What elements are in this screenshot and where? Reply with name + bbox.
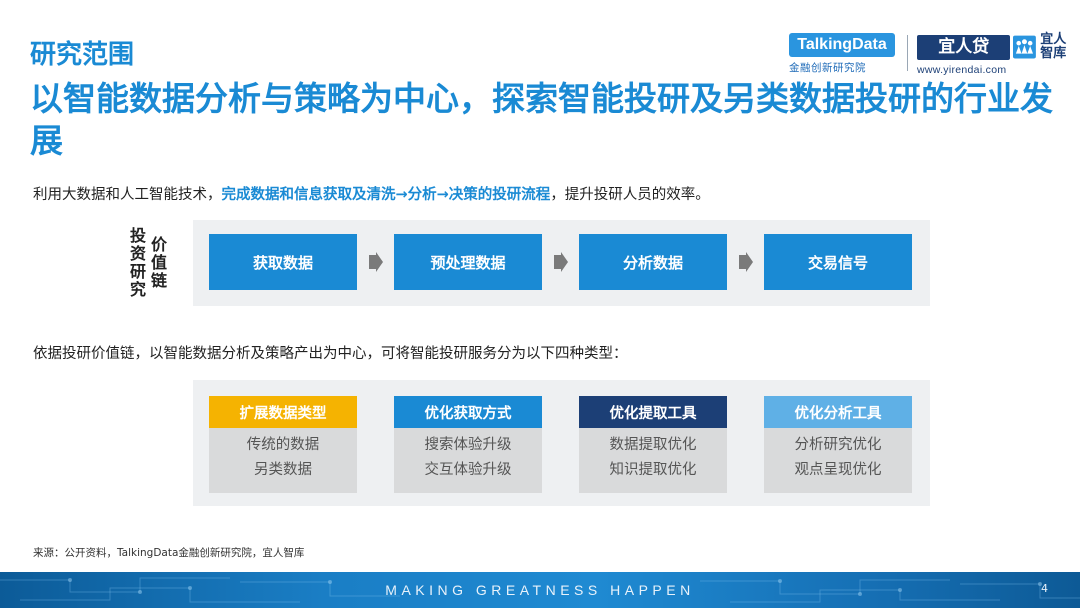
yirendai-wordmark: 宜人贷 xyxy=(917,34,1011,60)
chain-step-preprocess: 预处理数据 xyxy=(394,234,542,290)
type-card-item: 分析研究优化 xyxy=(794,437,882,453)
type-card-extraction: 优化提取工具 数据提取优化 知识提取优化 xyxy=(579,396,727,493)
yirendai-logo: 宜人贷 宜人智库 www.yirendai.com xyxy=(917,32,1067,76)
logo-divider xyxy=(907,35,908,71)
arrow-right-icon xyxy=(369,252,383,272)
type-card-item: 另类数据 xyxy=(254,462,312,478)
type-card-item: 交互体验升级 xyxy=(424,462,512,478)
type-card-item: 观点呈现优化 xyxy=(794,462,882,478)
talkingdata-subtitle: 金融创新研究院 xyxy=(789,62,866,74)
chain-step-signal: 交易信号 xyxy=(764,234,912,290)
footer-slogan: MAKING GREATNESS HAPPEN xyxy=(385,582,695,598)
arrow-right-icon xyxy=(554,252,568,272)
types-intro-text: 依据投研价值链，以智能数据分析及策略产出为中心，可将智能投研服务分为以下四种类型… xyxy=(33,346,628,362)
type-card-data-types: 扩展数据类型 传统的数据 另类数据 xyxy=(209,396,357,493)
chain-step-acquire: 获取数据 xyxy=(209,234,357,290)
talkingdata-wordmark: TalkingData xyxy=(789,33,895,57)
footer-band: MAKING GREATNESS HAPPEN xyxy=(0,572,1080,608)
people-icon xyxy=(1013,35,1037,59)
type-card-title: 优化获取方式 xyxy=(394,396,542,428)
source-note: 来源：公开资料，TalkingData金融创新研究院，宜人智库 xyxy=(33,547,305,559)
chain-label-value: 价值链 xyxy=(150,235,167,290)
type-card-item: 知识提取优化 xyxy=(609,462,697,478)
type-card-title: 优化提取工具 xyxy=(579,396,727,428)
type-card-title: 扩展数据类型 xyxy=(209,396,357,428)
type-card-title: 优化分析工具 xyxy=(764,396,912,428)
intro-prefix: 利用大数据和人工智能技术， xyxy=(33,187,222,203)
type-card-item: 传统的数据 xyxy=(246,437,320,453)
yirendai-think-tank: 宜人智库 xyxy=(1040,32,1067,61)
intro-highlight: 完成数据和信息获取及清洗→分析→决策的投研流程 xyxy=(221,187,551,203)
chain-step-analyze: 分析数据 xyxy=(579,234,727,290)
arrow-right-icon xyxy=(739,252,753,272)
section-title: 研究范围 xyxy=(30,40,135,70)
intro-text: 利用大数据和人工智能技术，完成数据和信息获取及清洗→分析→决策的投研流程，提升投… xyxy=(33,183,710,204)
type-card-item: 数据提取优化 xyxy=(609,437,697,453)
type-card-item: 搜索体验升级 xyxy=(424,437,512,453)
type-card-analysis: 优化分析工具 分析研究优化 观点呈现优化 xyxy=(764,396,912,493)
yirendai-url[interactable]: www.yirendai.com xyxy=(917,64,1067,76)
talkingdata-logo: TalkingData 金融创新研究院 xyxy=(789,33,895,74)
intro-suffix: ，提升投研人员的效率。 xyxy=(550,187,710,203)
type-card-acquisition: 优化获取方式 搜索体验升级 交互体验升级 xyxy=(394,396,542,493)
headline: 以智能数据分析与策略为中心，探索智能投研及另类数据投研的行业发展 xyxy=(30,79,1053,160)
page-number: 4 xyxy=(1041,582,1048,595)
chain-label-research: 投资研究 xyxy=(129,226,146,299)
